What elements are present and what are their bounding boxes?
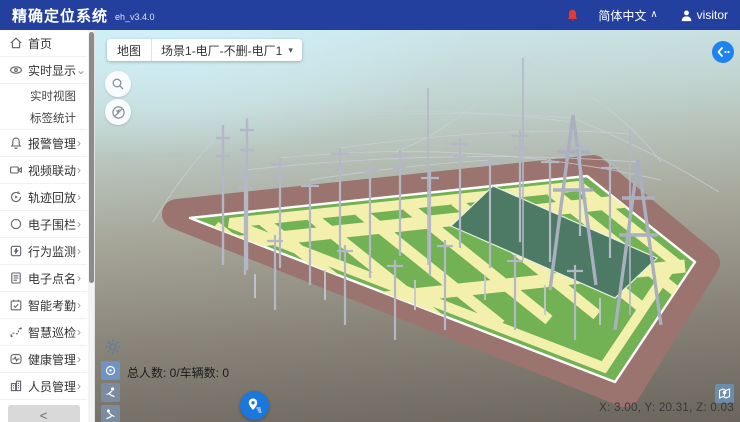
- health-pulse-icon: [9, 352, 23, 366]
- chevron-right-icon: ›: [77, 353, 81, 365]
- sidebar-item-smart-attendance[interactable]: 智能考勤 ›: [0, 292, 87, 319]
- vehicle-marker-toggle-button[interactable]: [101, 405, 120, 422]
- sidebar-item-alarm-management[interactable]: 报警管理 ›: [0, 130, 87, 157]
- sidebar-item-label: 智慧巡检: [28, 324, 76, 341]
- gear-icon: [104, 338, 122, 356]
- locate-icon: [104, 364, 117, 377]
- language-selector[interactable]: 简体中文 ∧: [598, 7, 657, 24]
- sidebar-item-label: 健康管理: [28, 351, 76, 368]
- sidebar-menu: 首页 实时显示 ⌄ 实时视图 标签统计 报警管理 ›: [0, 30, 87, 422]
- language-label: 简体中文: [598, 7, 646, 24]
- scene-selector-dropdown[interactable]: 场景1-电厂-不删-电厂1 ▾: [152, 39, 302, 61]
- map-toolbar: 地图 场景1-电厂-不删-电厂1 ▾: [107, 39, 302, 61]
- sidebar-item-label: 电子围栏: [28, 216, 76, 233]
- sidebar-item-personnel-management[interactable]: 人员管理 ›: [0, 373, 87, 400]
- sidebar-item-video-linkage[interactable]: 视频联动 ›: [0, 157, 87, 184]
- chevron-right-icon: ›: [77, 164, 81, 176]
- video-icon: [9, 163, 23, 177]
- cursor-coordinates-label: X: 3.00, Y: 20.31, Z: 0.03: [599, 402, 734, 414]
- sidebar-item-label: 报警管理: [28, 135, 76, 152]
- worker-icon: [104, 386, 117, 399]
- search-button[interactable]: [105, 71, 131, 97]
- sidebar-item-electronic-fence[interactable]: 电子围栏 ›: [0, 211, 87, 238]
- sidebar-subitem-realtime-view[interactable]: 实时视图: [0, 84, 87, 107]
- attendance-calendar-icon: [9, 298, 23, 312]
- chevron-right-icon: ›: [77, 191, 81, 203]
- chevron-right-icon: ›: [77, 272, 81, 284]
- sidebar-scrollbar-track[interactable]: [88, 30, 94, 422]
- home-icon: [9, 36, 23, 50]
- alarm-bell-icon[interactable]: [565, 8, 580, 23]
- right-panel-toggle-button[interactable]: [711, 40, 735, 64]
- chevron-right-icon: ›: [77, 299, 81, 311]
- user-icon: [680, 9, 693, 22]
- sidebar-collapse-button[interactable]: <: [8, 405, 80, 422]
- header-right: 简体中文 ∧ visitor: [565, 7, 740, 24]
- sidebar-item-smart-patrol[interactable]: 智慧巡检 ›: [0, 319, 87, 346]
- scene-settings-button[interactable]: [104, 338, 122, 356]
- personnel-marker-toggle-button[interactable]: [101, 383, 120, 402]
- app-version: eh_v3.4.0: [115, 12, 155, 22]
- caret-up-icon: ∧: [650, 10, 657, 20]
- worker-alt-icon: [104, 408, 117, 421]
- user-name: visitor: [697, 8, 728, 22]
- caret-down-icon: ▾: [288, 45, 293, 56]
- sidebar-subitem-label: 标签统计: [30, 110, 76, 126]
- sidebar-item-label: 首页: [28, 35, 52, 52]
- fence-circle-icon: [9, 217, 23, 231]
- sidebar-item-label: 智能考勤: [28, 297, 76, 314]
- minimap-button[interactable]: [715, 384, 734, 403]
- sidebar-item-realtime-display[interactable]: 实时显示 ⌄: [0, 57, 87, 84]
- behavior-lightning-icon: [9, 244, 23, 258]
- population-stats-label: 总人数: 0/车辆数: 0: [127, 364, 229, 383]
- app-window: 精确定位系统 eh_v3.4.0 简体中文 ∧ visitor: [0, 0, 740, 422]
- roll-call-list-icon: [9, 271, 23, 285]
- bell-icon: [9, 136, 23, 150]
- collapse-left-icon: [711, 40, 735, 64]
- sidebar-item-health-management[interactable]: 健康管理 ›: [0, 346, 87, 373]
- user-menu[interactable]: visitor: [680, 8, 728, 22]
- sidebar-item-label: 视频联动: [28, 162, 76, 179]
- sidebar-scrollbar-thumb[interactable]: [89, 32, 94, 283]
- chevron-right-icon: ›: [77, 326, 81, 338]
- app-title: 精确定位系统: [12, 5, 108, 26]
- chevron-right-icon: ›: [77, 137, 81, 149]
- search-icon: [111, 77, 125, 91]
- sidebar-item-label: 电子点名: [28, 270, 76, 287]
- sidebar: 首页 实时显示 ⌄ 实时视图 标签统计 报警管理 ›: [0, 30, 95, 422]
- patrol-route-icon: [9, 325, 23, 339]
- chevron-right-icon: ›: [77, 218, 81, 230]
- personnel-building-icon: [9, 379, 23, 393]
- crossed-circle-icon: [111, 105, 126, 120]
- scene-selector-value: 场景1-电厂-不删-电厂1: [161, 42, 282, 59]
- hide-markers-button[interactable]: [105, 99, 131, 125]
- sidebar-subitem-label: 实时视图: [30, 88, 76, 104]
- replay-icon: [9, 190, 23, 204]
- sidebar-item-label: 轨迹回放: [28, 189, 76, 206]
- location-list-button[interactable]: [240, 391, 269, 420]
- map-viewport[interactable]: 地图 场景1-电厂-不删-电厂1 ▾: [95, 30, 740, 422]
- chevron-down-icon: ⌄: [76, 64, 86, 76]
- sidebar-item-home[interactable]: 首页: [0, 30, 87, 57]
- sidebar-item-roll-call[interactable]: 电子点名 ›: [0, 265, 87, 292]
- header: 精确定位系统 eh_v3.4.0 简体中文 ∧ visitor: [0, 0, 740, 30]
- sidebar-item-behavior-monitoring[interactable]: 行为监测 ›: [0, 238, 87, 265]
- sidebar-item-label: 实时显示: [28, 62, 76, 79]
- map-pin-icon: [718, 387, 731, 400]
- chevron-right-icon: ›: [77, 380, 81, 392]
- chevron-right-icon: ›: [77, 245, 81, 257]
- sidebar-item-label: 行为监测: [28, 243, 76, 260]
- sidebar-item-label: 人员管理: [28, 378, 76, 395]
- sidebar-item-track-playback[interactable]: 轨迹回放 ›: [0, 184, 87, 211]
- locate-toggle-button[interactable]: [101, 361, 120, 380]
- sidebar-subitem-tag-statistics[interactable]: 标签统计: [0, 107, 87, 130]
- map-tab-button[interactable]: 地图: [107, 39, 152, 61]
- eye-icon: [9, 63, 23, 77]
- location-pin-icon: [246, 397, 263, 414]
